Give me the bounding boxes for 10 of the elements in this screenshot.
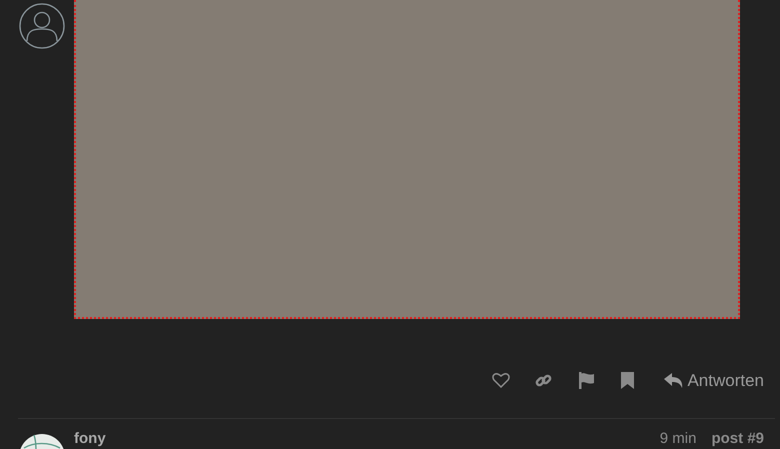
reply-icon [664, 373, 684, 388]
bookmark-icon [621, 372, 634, 389]
post-number[interactable]: post #9 [711, 431, 764, 446]
post-time[interactable]: 9 min [660, 431, 696, 446]
heart-icon [492, 372, 510, 388]
avatar-icon[interactable] [19, 3, 65, 49]
username[interactable]: fony [74, 431, 106, 446]
reply-button[interactable]: Antworten [664, 368, 764, 394]
link-icon [535, 372, 552, 389]
flag-icon [578, 372, 596, 389]
